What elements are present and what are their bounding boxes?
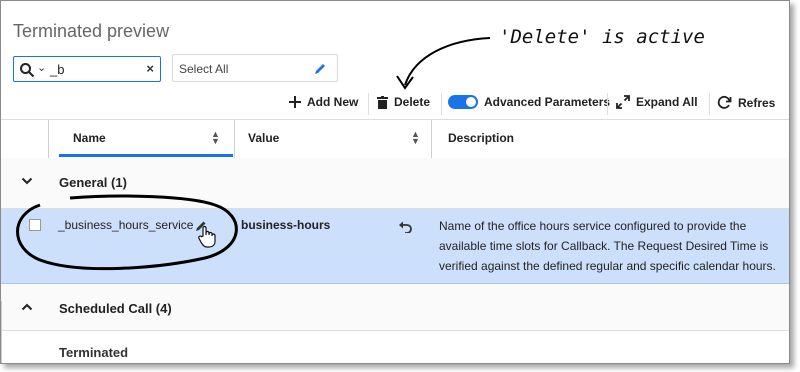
row-description: Name of the office hours service configu… [439,219,776,273]
toolbar-divider [709,93,710,115]
group-label: Scheduled Call (4) [59,301,172,316]
chevron-down-icon[interactable] [21,176,33,186]
refresh-icon [717,95,732,109]
preview-window: Terminated preview ⌄ _b × Select All Add… [0,0,790,364]
group-label: Terminated [59,345,129,360]
pencil-icon[interactable] [313,62,327,76]
select-all-field[interactable]: Select All [172,54,338,82]
search-input[interactable]: ⌄ _b × [13,56,161,82]
refresh-button[interactable]: Refres [717,95,775,110]
column-header-name[interactable]: Name [73,131,106,145]
sort-icon[interactable]: ▲ ▼ [411,130,420,146]
group-row-terminated[interactable]: Terminated [1,341,789,363]
refresh-label: Refres [738,95,776,110]
toolbar: Add New Delete Advanced Parameters Expan… [1,93,789,115]
expand-all-label: Expand All [636,95,698,109]
toolbar-divider [441,93,442,115]
undo-icon[interactable] [398,221,412,233]
toggle-switch[interactable] [448,95,478,109]
clear-icon[interactable]: × [146,61,154,76]
delete-button[interactable]: Delete [377,95,430,109]
group-label: General (1) [59,175,127,190]
expand-icon [616,95,630,109]
row-name: _business_hours_service [58,218,194,232]
toolbar-divider [368,93,369,115]
row-value: business-hours [241,218,331,232]
active-column-indicator [59,154,233,157]
column-divider [48,120,49,158]
table-row[interactable]: _business_hours_service business-hours N… [1,209,789,284]
column-divider [234,120,235,158]
chevron-up-icon[interactable] [21,302,33,312]
select-all-label: Select All [179,62,229,76]
group-row-general[interactable]: General (1) [1,158,789,209]
toolbar-divider [607,93,608,115]
column-header-value[interactable]: Value [248,131,279,145]
column-header-description[interactable]: Description [448,131,514,145]
hand-cursor-icon [198,225,216,248]
table-header: Name ▲ ▼ Value ▲ ▼ Description [1,119,789,159]
chevron-down-icon[interactable]: ⌄ [37,61,46,74]
column-divider [431,120,432,158]
annotation-text: 'Delete' is active [499,26,705,48]
add-new-button[interactable]: Add New [289,95,358,109]
delete-label: Delete [394,95,431,109]
advanced-parameters-toggle[interactable]: Advanced Parameters [448,95,610,109]
expand-all-button[interactable]: Expand All [616,95,698,109]
advanced-parameters-label: Advanced Parameters [484,95,611,109]
search-icon [20,63,35,78]
row-checkbox[interactable] [29,219,41,231]
page-title: Terminated preview [13,21,170,41]
sort-icon[interactable]: ▲ ▼ [211,130,220,146]
search-value: _b [50,62,65,77]
add-new-label: Add New [307,95,359,109]
group-row-scheduled-call[interactable]: Scheduled Call (4) [1,284,789,331]
trash-icon [377,95,388,109]
plus-icon [289,96,301,108]
